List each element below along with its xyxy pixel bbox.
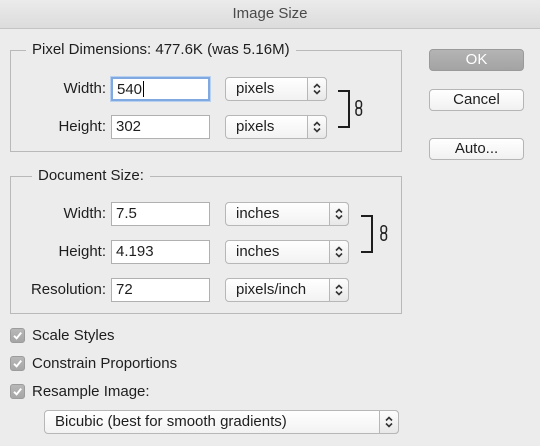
resolution-unit-select[interactable]: pixels/inch — [225, 278, 349, 302]
pixel-width-value: 540 — [117, 81, 143, 98]
pixel-height-input[interactable]: 302 — [111, 115, 210, 139]
document-height-unit: inches — [236, 243, 280, 260]
document-width-label: Width: — [63, 205, 106, 222]
document-height-input[interactable]: 4.193 — [111, 240, 210, 264]
document-width-unit: inches — [236, 205, 280, 222]
up-down-chevron-icon — [307, 115, 327, 139]
constrain-bracket — [338, 90, 350, 128]
resample-method-value: Bicubic (best for smooth gradients) — [55, 413, 287, 430]
up-down-chevron-icon — [307, 77, 327, 101]
document-width-input[interactable]: 7.5 — [111, 202, 210, 226]
window-titlebar: Image Size — [0, 0, 540, 29]
document-width-unit-select[interactable]: inches — [225, 202, 349, 226]
up-down-chevron-icon — [329, 240, 349, 264]
pixel-width-unit-select[interactable]: pixels — [225, 77, 327, 101]
chain-link-icon — [380, 225, 388, 246]
pixel-dimensions-legend: Pixel Dimensions: 477.6K (was 5.16M) — [26, 41, 296, 59]
resample-image-checkbox[interactable] — [10, 384, 25, 399]
pixel-width-input[interactable]: 540 — [111, 77, 210, 101]
pixel-height-value: 302 — [116, 118, 142, 135]
document-height-label: Height: — [58, 243, 106, 260]
document-height-unit-select[interactable]: inches — [225, 240, 349, 264]
ok-button[interactable]: OK — [429, 49, 524, 71]
resolution-unit: pixels/inch — [236, 281, 307, 298]
checkmark-icon — [13, 360, 22, 368]
resolution-input[interactable]: 72 — [111, 278, 210, 302]
constrain-proportions-checkbox[interactable] — [10, 356, 25, 371]
constrain-bracket — [361, 215, 373, 253]
up-down-chevron-icon — [329, 202, 349, 226]
resample-method-select[interactable]: Bicubic (best for smooth gradients) — [44, 410, 399, 434]
text-caret — [143, 81, 145, 97]
pixel-height-label: Height: — [58, 118, 106, 135]
document-size-legend: Document Size: — [32, 167, 150, 185]
resolution-value: 72 — [116, 281, 133, 298]
pixel-width-label: Width: — [63, 80, 106, 97]
resample-image-label[interactable]: Resample Image: — [32, 383, 150, 401]
checkmark-icon — [13, 332, 22, 340]
pixel-width-unit: pixels — [236, 80, 275, 97]
constrain-proportions-label[interactable]: Constrain Proportions — [32, 355, 177, 373]
cancel-button[interactable]: Cancel — [429, 89, 524, 111]
document-height-value: 4.193 — [116, 243, 154, 260]
scale-styles-checkbox[interactable] — [10, 328, 25, 343]
checkmark-icon — [13, 388, 22, 396]
chain-link-icon — [355, 100, 363, 121]
resolution-label: Resolution: — [30, 281, 106, 298]
up-down-chevron-icon — [329, 278, 349, 302]
window-title: Image Size — [232, 5, 308, 22]
pixel-height-unit: pixels — [236, 118, 275, 135]
document-width-value: 7.5 — [116, 205, 137, 222]
scale-styles-label[interactable]: Scale Styles — [32, 327, 115, 345]
pixel-height-unit-select[interactable]: pixels — [225, 115, 327, 139]
up-down-chevron-icon — [379, 410, 399, 434]
auto-button[interactable]: Auto... — [429, 138, 524, 160]
